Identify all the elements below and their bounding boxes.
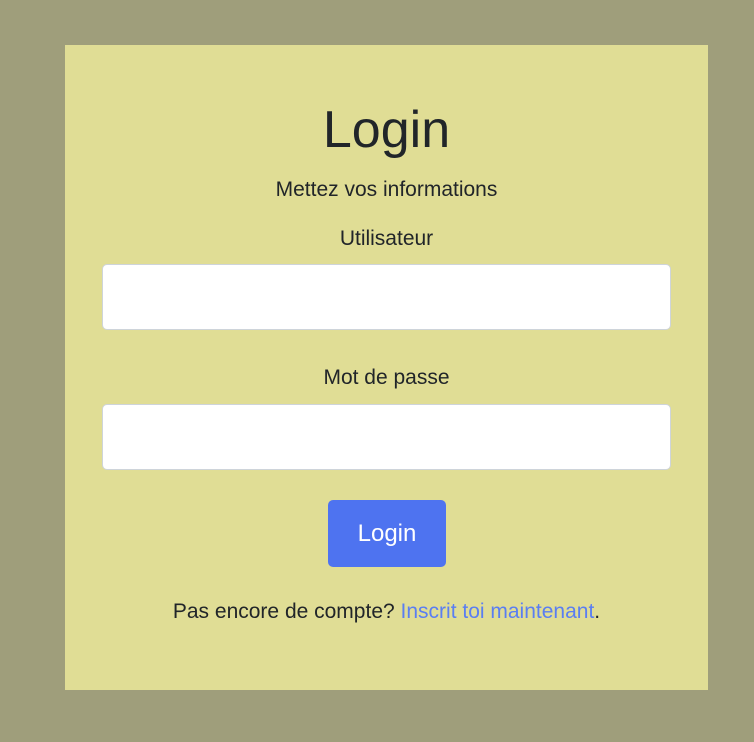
username-label: Utilisateur	[339, 227, 434, 250]
login-subtitle: Mettez vos informations	[275, 178, 498, 201]
page-title: Login	[322, 101, 451, 159]
signup-link[interactable]: Inscrit toi maintenant	[401, 600, 595, 623]
password-field[interactable]	[102, 404, 671, 470]
password-label: Mot de passe	[323, 366, 450, 389]
signup-prompt: Pas encore de compte? Inscrit toi mainte…	[65, 601, 708, 622]
login-button[interactable]: Login	[328, 500, 446, 567]
username-field[interactable]	[102, 264, 671, 330]
signup-prompt-end: .	[594, 600, 601, 623]
signup-prompt-text: Pas encore de compte?	[172, 600, 401, 623]
login-card: Login Mettez vos informations Utilisateu…	[65, 45, 708, 690]
